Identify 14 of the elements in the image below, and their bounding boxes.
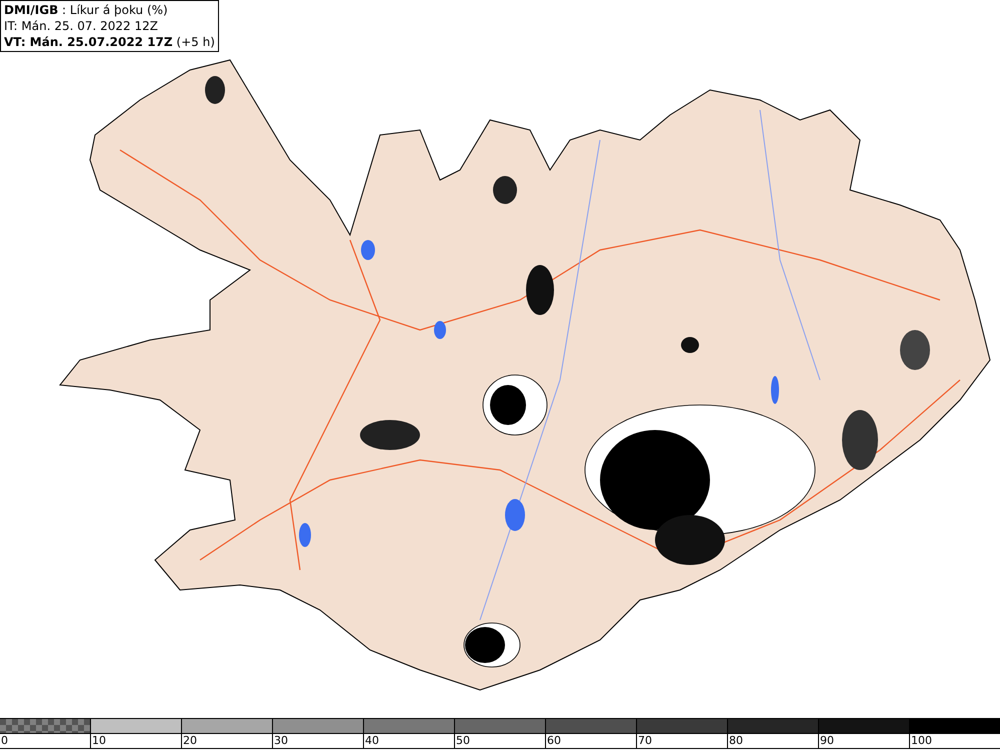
legend-label: 20 bbox=[182, 734, 197, 748]
legend-label: 100 bbox=[910, 734, 932, 748]
legend-label: 50 bbox=[455, 734, 470, 748]
legend-label: 30 bbox=[273, 734, 288, 748]
legend-label: 60 bbox=[546, 734, 561, 748]
legend-label: 80 bbox=[728, 734, 743, 748]
legend-label: 90 bbox=[819, 734, 834, 748]
header-text: IT: Mán. 25. 07. 2022 12Z bbox=[4, 18, 159, 34]
legend-label: 40 bbox=[364, 734, 379, 748]
header-text: VT: Mán. 25.07.2022 17Z (+5 h) bbox=[4, 34, 215, 50]
legend-label: 0 bbox=[0, 734, 8, 748]
legend-label: 10 bbox=[91, 734, 106, 748]
legend-label: 70 bbox=[637, 734, 652, 748]
header-text: DMI/IGB : Líkur á þoku (%) bbox=[4, 2, 169, 18]
